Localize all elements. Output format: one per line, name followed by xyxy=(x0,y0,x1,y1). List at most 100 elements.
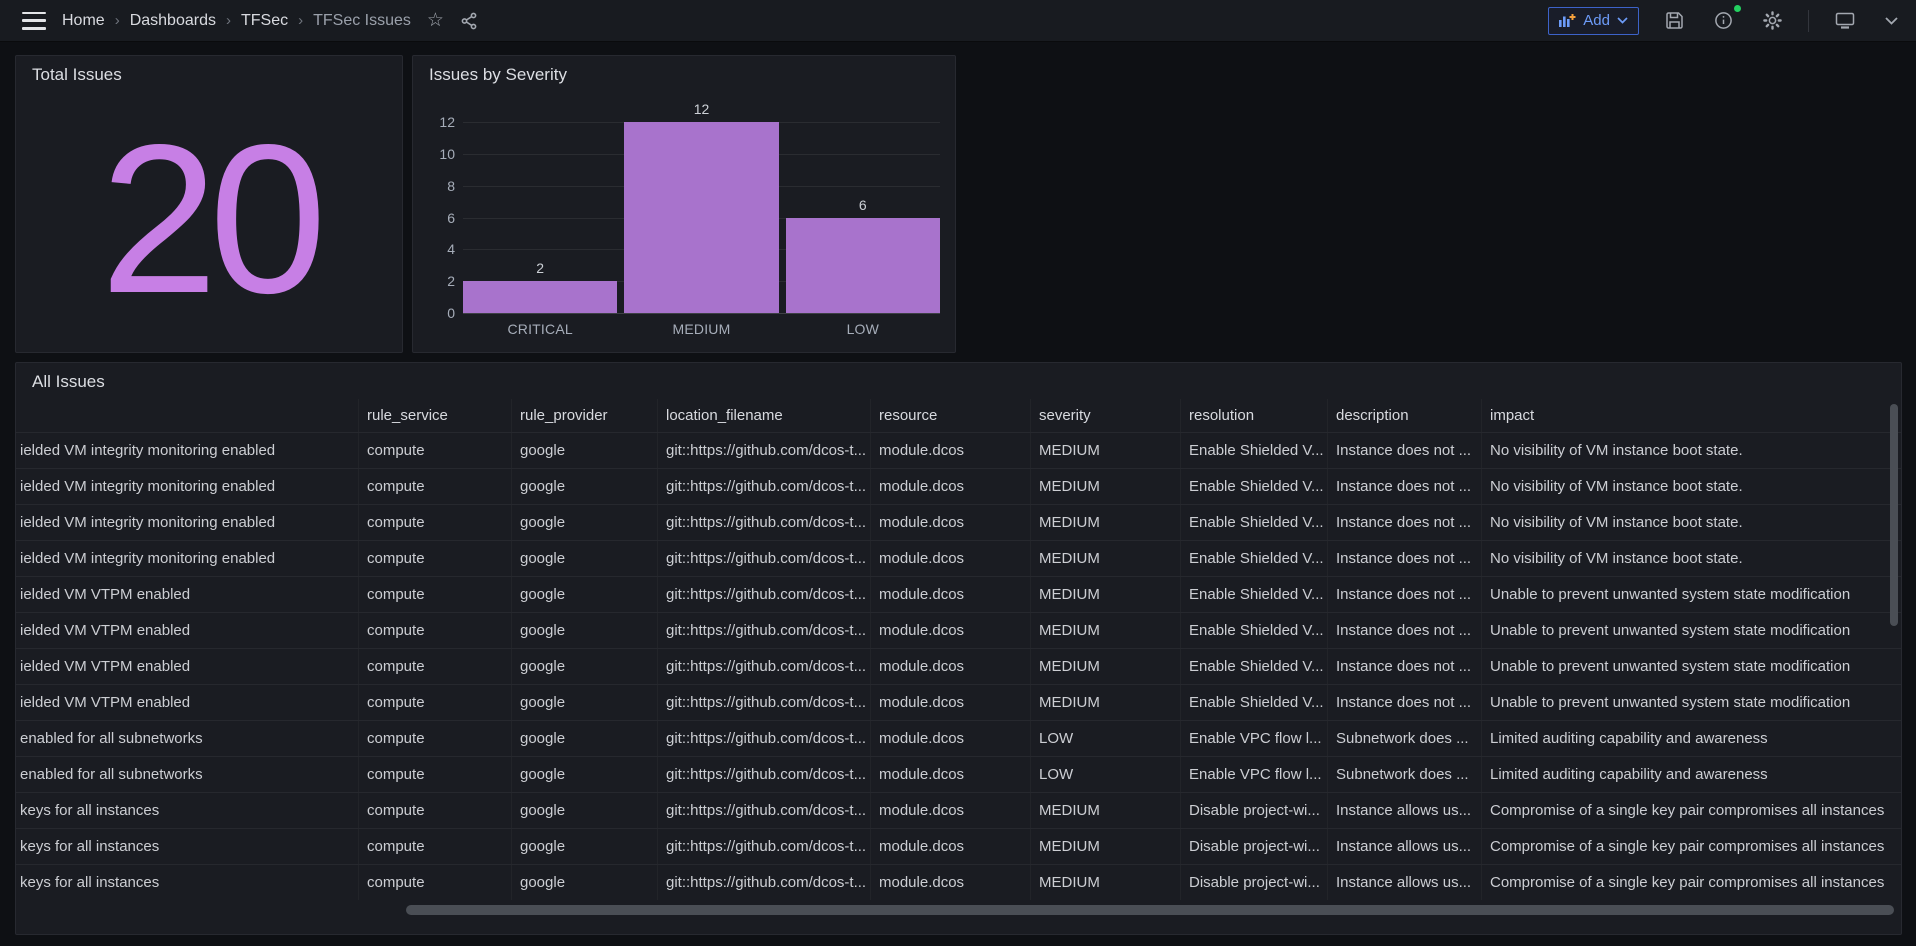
table-cell: ielded VM integrity monitoring enabled xyxy=(16,505,359,540)
add-button-label: Add xyxy=(1583,12,1610,29)
breadcrumb-separator: › xyxy=(298,12,303,29)
panel-title[interactable]: All Issues xyxy=(16,363,1901,392)
table-cell: google xyxy=(512,865,658,900)
chevron-down-icon xyxy=(1617,17,1628,24)
table-cell: module.dcos xyxy=(871,613,1031,648)
column-header[interactable] xyxy=(16,399,359,432)
star-icon[interactable]: ☆ xyxy=(423,7,448,34)
column-header[interactable]: rule_service xyxy=(359,399,512,432)
panel-title[interactable]: Issues by Severity xyxy=(413,56,955,85)
table-cell: Instance does not ... xyxy=(1328,469,1482,504)
table-cell: compute xyxy=(359,433,512,468)
bar-medium[interactable] xyxy=(624,122,778,313)
info-icon[interactable] xyxy=(1710,7,1737,34)
tv-icon[interactable] xyxy=(1831,7,1859,34)
table-cell: git::https://github.com/dcos-t... xyxy=(658,433,871,468)
table-cell: git::https://github.com/dcos-t... xyxy=(658,541,871,576)
table-row: keys for all instancescomputegooglegit::… xyxy=(16,792,1901,828)
table-cell: Instance allows us... xyxy=(1328,829,1482,864)
table-cell: MEDIUM xyxy=(1031,541,1181,576)
table-cell: Instance does not ... xyxy=(1328,433,1482,468)
column-header[interactable]: location_filename xyxy=(658,399,871,432)
menu-icon[interactable] xyxy=(22,12,46,30)
top-navigation-bar: Home › Dashboards › TFSec › TFSec Issues… xyxy=(0,0,1916,42)
table-cell: module.dcos xyxy=(871,649,1031,684)
table-cell: module.dcos xyxy=(871,577,1031,612)
table-body: ielded VM integrity monitoring enabledco… xyxy=(16,432,1901,900)
y-axis-tick: 0 xyxy=(425,304,455,322)
table-cell: module.dcos xyxy=(871,685,1031,720)
table-cell: module.dcos xyxy=(871,865,1031,900)
table-cell: compute xyxy=(359,865,512,900)
table-cell: Disable project-wi... xyxy=(1181,865,1328,900)
table-row: ielded VM integrity monitoring enabledco… xyxy=(16,468,1901,504)
breadcrumb-tfsec[interactable]: TFSec xyxy=(241,12,288,30)
column-header[interactable]: description xyxy=(1328,399,1482,432)
table-row: keys for all instancescomputegooglegit::… xyxy=(16,864,1901,900)
table-cell: git::https://github.com/dcos-t... xyxy=(658,469,871,504)
chart-plot: 024681012 2126 xyxy=(463,122,940,313)
table-cell: MEDIUM xyxy=(1031,865,1181,900)
table-cell: git::https://github.com/dcos-t... xyxy=(658,721,871,756)
y-axis-tick: 12 xyxy=(425,113,455,131)
table-row: ielded VM integrity monitoring enabledco… xyxy=(16,504,1901,540)
table-cell: LOW xyxy=(1031,721,1181,756)
table-cell: Enable VPC flow l... xyxy=(1181,721,1328,756)
share-icon[interactable] xyxy=(456,8,482,34)
bar-chart: 024681012 2126 CRITICALMEDIUMLOW xyxy=(429,122,940,337)
notification-dot xyxy=(1734,5,1741,12)
table-cell: compute xyxy=(359,541,512,576)
settings-icon[interactable] xyxy=(1759,7,1786,34)
table-cell: google xyxy=(512,829,658,864)
save-icon[interactable] xyxy=(1661,7,1688,34)
bar-value-label: 2 xyxy=(463,260,617,276)
table-cell: enabled for all subnetworks xyxy=(16,757,359,792)
table-cell: ielded VM VTPM enabled xyxy=(16,649,359,684)
column-header[interactable]: rule_provider xyxy=(512,399,658,432)
table-cell: ielded VM integrity monitoring enabled xyxy=(16,541,359,576)
table-cell: compute xyxy=(359,469,512,504)
y-axis-tick: 8 xyxy=(425,177,455,195)
table-cell: MEDIUM xyxy=(1031,469,1181,504)
toolbar-divider xyxy=(1808,10,1809,32)
table-cell: Instance does not ... xyxy=(1328,541,1482,576)
table-cell: Instance does not ... xyxy=(1328,505,1482,540)
column-header[interactable]: resource xyxy=(871,399,1031,432)
table-cell: MEDIUM xyxy=(1031,433,1181,468)
table-cell: google xyxy=(512,757,658,792)
table-cell: module.dcos xyxy=(871,469,1031,504)
table-row: ielded VM integrity monitoring enabledco… xyxy=(16,432,1901,468)
table-cell: Unable to prevent unwanted system state … xyxy=(1482,613,1901,648)
table-cell: module.dcos xyxy=(871,433,1031,468)
horizontal-scrollbar[interactable] xyxy=(406,905,1894,915)
table-cell: Disable project-wi... xyxy=(1181,829,1328,864)
bar-critical[interactable] xyxy=(463,281,617,313)
table-cell: Unable to prevent unwanted system state … xyxy=(1482,649,1901,684)
gridline xyxy=(463,313,940,314)
bar-low[interactable] xyxy=(786,218,940,314)
table-cell: Instance does not ... xyxy=(1328,649,1482,684)
column-header[interactable]: severity xyxy=(1031,399,1181,432)
table-cell: No visibility of VM instance boot state. xyxy=(1482,505,1901,540)
table-cell: git::https://github.com/dcos-t... xyxy=(658,793,871,828)
table-cell: git::https://github.com/dcos-t... xyxy=(658,649,871,684)
table-cell: Limited auditing capability and awarenes… xyxy=(1482,721,1901,756)
breadcrumb-home[interactable]: Home xyxy=(62,12,105,30)
table-cell: compute xyxy=(359,649,512,684)
table-cell: module.dcos xyxy=(871,793,1031,828)
table-row: ielded VM integrity monitoring enabledco… xyxy=(16,540,1901,576)
breadcrumb-dashboards[interactable]: Dashboards xyxy=(130,12,216,30)
table-cell: Instance allows us... xyxy=(1328,793,1482,828)
column-header[interactable]: impact xyxy=(1482,399,1901,432)
table-cell: keys for all instances xyxy=(16,793,359,828)
vertical-scrollbar[interactable] xyxy=(1890,404,1898,626)
table-cell: Unable to prevent unwanted system state … xyxy=(1482,685,1901,720)
table-cell: Enable Shielded V... xyxy=(1181,613,1328,648)
add-panel-button[interactable]: Add xyxy=(1548,7,1639,35)
chevron-down-icon[interactable] xyxy=(1881,13,1902,29)
column-header[interactable]: resolution xyxy=(1181,399,1328,432)
breadcrumb: Home › Dashboards › TFSec › TFSec Issues xyxy=(62,12,411,30)
bar-value-label: 12 xyxy=(624,101,778,117)
table-cell: Enable Shielded V... xyxy=(1181,433,1328,468)
table-cell: git::https://github.com/dcos-t... xyxy=(658,577,871,612)
